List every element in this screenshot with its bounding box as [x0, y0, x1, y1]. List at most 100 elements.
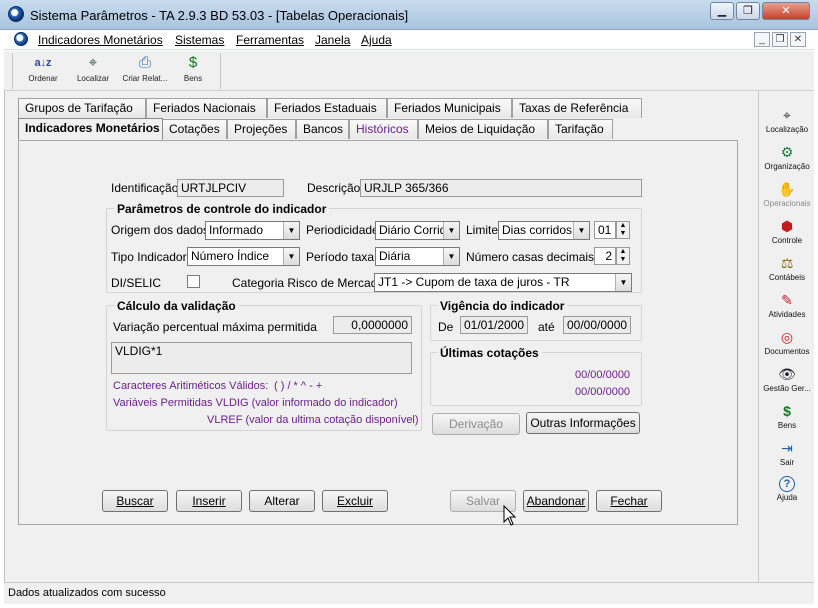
caracteres-validos: ( ) / * ^ - +: [274, 380, 323, 392]
close-icon: ✕: [781, 5, 791, 17]
descricao-label: Descrição: [307, 181, 361, 195]
casas-decimais-spinner[interactable]: ▲ ▼: [616, 247, 630, 265]
cotacao-value: 00/00/0000: [575, 369, 631, 381]
tab-tarifacao[interactable]: Tarifação: [548, 119, 613, 139]
vigencia-de-field[interactable]: 01/01/2000: [460, 316, 528, 334]
tab-feriados-municipais[interactable]: Feriados Municipais: [387, 98, 512, 118]
casas-decimais-field[interactable]: 2: [594, 247, 616, 265]
limite-number-field[interactable]: 01: [594, 221, 616, 239]
tab-label: Feriados Municipais: [394, 101, 501, 115]
tab-label: Indicadores Monetários: [25, 121, 160, 135]
diselic-checkbox[interactable]: [187, 275, 200, 288]
sidebar-item-gestao[interactable]: 👁 Gestão Ger...: [759, 364, 815, 400]
minimize-button[interactable]: ▁: [710, 2, 734, 20]
tab-bancos[interactable]: Bancos: [296, 119, 349, 139]
sidebar-item-label: Gestão Ger...: [763, 384, 811, 393]
mdi-minimize-button[interactable]: _: [754, 32, 770, 47]
periodo-taxa-value: Diária: [379, 249, 411, 263]
derivacao-button[interactable]: Derivação: [432, 413, 520, 435]
sidebar-item-localizacao[interactable]: ⌖ Localização: [759, 105, 815, 141]
sidebar-item-sair[interactable]: ⇥ Sair: [759, 438, 815, 474]
buscar-button[interactable]: Buscar: [102, 490, 168, 512]
sidebar-item-label: Documentos: [764, 347, 810, 356]
variacao-field[interactable]: 0,0000000: [333, 316, 412, 334]
sidebar-item-organizacao[interactable]: ⚙ Organização: [759, 142, 815, 178]
sidebar-item-label: Sair: [779, 458, 795, 467]
periodicidade-select[interactable]: Diário Corrido ▼: [375, 221, 460, 240]
mdi-close-button[interactable]: ✕: [790, 32, 806, 47]
outras-informacoes-button[interactable]: Outras Informações: [526, 412, 640, 434]
formula-field[interactable]: VLDIG*1: [111, 342, 412, 374]
tab-indicadores-monetarios[interactable]: Indicadores Monetários: [18, 118, 163, 140]
localizar-button[interactable]: ⌖ Localizar: [72, 53, 114, 89]
locate-icon: ⌖: [88, 54, 98, 71]
limite-select[interactable]: Dias corridos ▼: [498, 221, 590, 240]
vlref-label: VLREF (valor da ultima cotação disponíve…: [207, 414, 419, 426]
excluir-button[interactable]: Excluir: [322, 490, 388, 512]
criar-relatorio-label: Criar Relat...: [122, 74, 168, 83]
ordenar-label: Ordenar: [28, 74, 58, 83]
menu-ferramentas[interactable]: Ferramentas: [236, 33, 304, 47]
abandonar-button[interactable]: Abandonar: [523, 490, 589, 512]
menu-sistemas[interactable]: Sistemas: [175, 33, 224, 47]
maximize-button[interactable]: ❐: [736, 2, 760, 20]
window-title: Sistema Parâmetros - TA 2.9.3 BD 53.03 -…: [30, 8, 409, 23]
title-bar: Sistema Parâmetros - TA 2.9.3 BD 53.03 -…: [0, 0, 818, 30]
sidebar-item-ajuda[interactable]: ? Ajuda: [759, 475, 815, 511]
mdi-restore-button[interactable]: ❐: [772, 32, 788, 47]
sidebar-item-controle[interactable]: ⬢ Controle: [759, 216, 815, 252]
sidebar-item-operacionais[interactable]: ✋ Operacionais: [759, 179, 815, 215]
alterar-button[interactable]: Alterar: [249, 490, 315, 512]
origem-select[interactable]: Informado ▼: [205, 221, 300, 240]
limite-value: Dias corridos: [502, 223, 573, 237]
alterar-label: Alterar: [264, 494, 300, 508]
tab-meios-liquidacao[interactable]: Meios de Liquidação: [418, 119, 548, 139]
fechar-button[interactable]: Fechar: [596, 490, 662, 512]
tab-feriados-estaduais[interactable]: Feriados Estaduais: [267, 98, 387, 118]
tab-historicos[interactable]: Históricos: [349, 119, 418, 139]
sidebar-item-atividades[interactable]: ✎ Atividades: [759, 290, 815, 326]
menu-ajuda[interactable]: Ajuda: [361, 33, 392, 47]
menu-ajuda-label: Ajuda: [361, 33, 392, 47]
vigencia-ate-field[interactable]: 00/00/0000: [563, 316, 631, 334]
spin-up-icon: ▲: [619, 248, 627, 255]
tab-taxas-referencia[interactable]: Taxas de Referência: [512, 98, 642, 118]
tab-cotacoes[interactable]: Cotações: [162, 119, 227, 139]
sidebar-item-label: Organização: [764, 162, 810, 171]
tab-feriados-nacionais[interactable]: Feriados Nacionais: [146, 98, 267, 118]
categoria-select[interactable]: JT1 -> Cupom de taxa de juros - TR ▼: [374, 273, 632, 292]
vigencia-de-label: De: [438, 320, 454, 334]
menu-janela[interactable]: Janela: [315, 33, 350, 47]
chevron-down-icon: ▼: [443, 222, 459, 239]
tipo-indicador-select[interactable]: Número Índice ▼: [187, 247, 300, 266]
menu-indicadores[interactable]: Indicadores Monetários: [38, 33, 163, 47]
sidebar-item-documentos[interactable]: ◎ Documentos: [759, 327, 815, 363]
ordenar-button[interactable]: a↓z Ordenar: [22, 53, 64, 89]
criar-relatorio-button[interactable]: ⎙ Criar Relat...: [120, 53, 170, 89]
tab-projecoes[interactable]: Projeções: [227, 119, 296, 139]
bens-toolbar-button[interactable]: $ Bens: [172, 53, 214, 89]
abandonar-label: Abandonar: [526, 494, 586, 508]
sidebar-item-bens[interactable]: $ Bens: [759, 401, 815, 437]
identificacao-field[interactable]: URTJLPCIV: [177, 179, 284, 197]
sidebar-item-label: Operacionais: [763, 199, 811, 208]
sort-az-icon: a↓z: [34, 57, 52, 69]
descricao-field[interactable]: URJLP 365/366: [360, 179, 642, 197]
sidebar-item-label: Controle: [771, 236, 803, 245]
money-bag-icon: $: [783, 403, 791, 419]
sidebar-item-contabeis[interactable]: ⚖ Contábeis: [759, 253, 815, 289]
limite-spinner[interactable]: ▲ ▼: [616, 221, 630, 239]
inserir-button[interactable]: Inserir: [176, 490, 242, 512]
menu-janela-label: Janela: [315, 33, 351, 47]
maximize-icon: ❐: [743, 5, 753, 17]
target-icon: ◎: [780, 329, 794, 345]
salvar-label: Salvar: [465, 494, 500, 508]
toolbar-separator: [220, 53, 221, 89]
close-button[interactable]: ✕: [762, 2, 810, 20]
fechar-label: Fechar: [610, 494, 648, 508]
periodicidade-value: Diário Corrido: [379, 223, 454, 237]
periodo-taxa-select[interactable]: Diária ▼: [375, 247, 460, 266]
tab-grupos-tarifacao[interactable]: Grupos de Tarifação: [18, 98, 146, 118]
sidebar-item-label: Bens: [777, 421, 797, 430]
printer-icon: ⎙: [138, 54, 151, 71]
